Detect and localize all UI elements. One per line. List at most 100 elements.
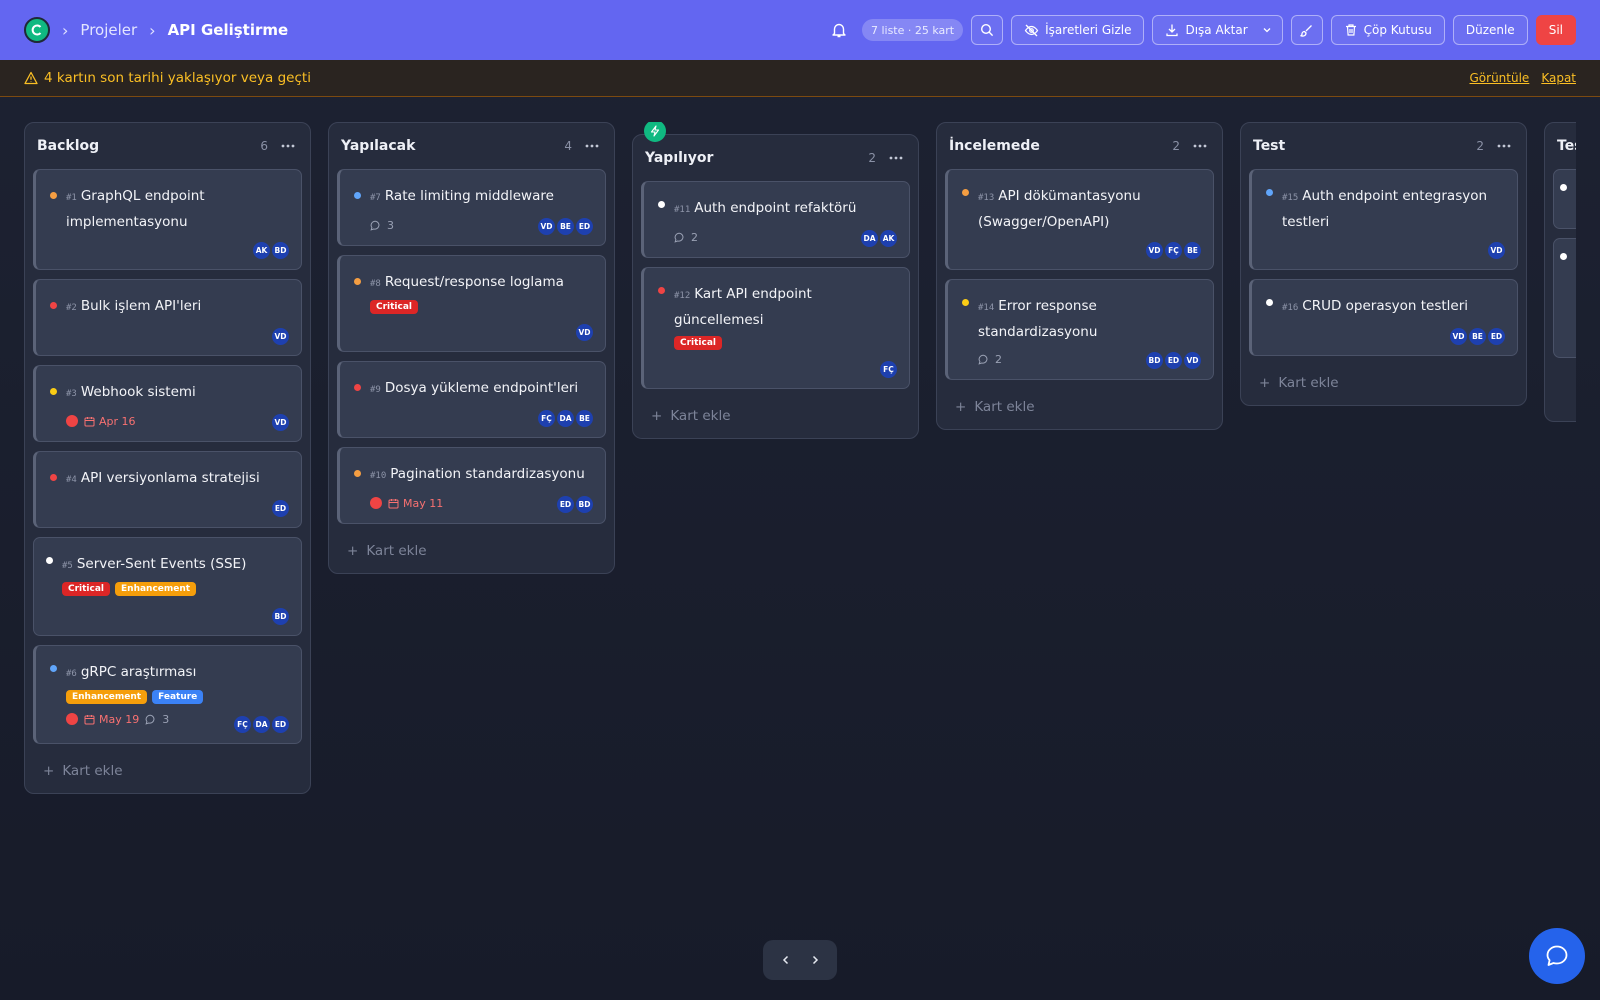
card[interactable]: #10 Pagination standardizasyonu May 11 ED… (337, 447, 606, 524)
add-card-button[interactable]: + Kart ekle (1249, 365, 1518, 395)
logo-icon (31, 24, 42, 36)
card[interactable]: #14 Error response standardizasyonu 2 BD E… (945, 279, 1214, 380)
plus-icon: + (651, 408, 663, 424)
priority-dot (1560, 253, 1567, 260)
more-horizontal-icon[interactable] (582, 136, 602, 156)
kanban-board: Backlog 6 #1 GraphQL endpoint implementas… (24, 122, 1576, 842)
download-icon (1166, 24, 1179, 37)
board-pager (763, 940, 837, 980)
card-title-text: Request/response loglama (384, 274, 564, 290)
card-title-text: gRPC araştırması (80, 664, 197, 680)
column-in-progress: Yapılıyor 2 #11 Auth endpoint refaktörü 2… (632, 134, 919, 439)
edit-button[interactable]: Düzenle (1452, 15, 1528, 45)
notifications-button[interactable] (824, 15, 854, 45)
card-meta: Apr 16 (66, 412, 289, 430)
column-todo: Yapılacak 4 #7 Rate limiting middleware 3… (328, 122, 615, 574)
eye-off-icon (1024, 24, 1039, 36)
more-horizontal-icon[interactable] (886, 148, 906, 168)
card[interactable]: #9 Dosya yükleme endpoint'leri FÇ DA BE (337, 361, 606, 438)
assignees: FÇ (880, 361, 897, 378)
add-card-button[interactable]: + Kart ekle (641, 398, 910, 428)
column-count: 2 (868, 151, 876, 165)
more-horizontal-icon[interactable] (1190, 136, 1210, 156)
card[interactable]: #5 Server-Sent Events (SSE) Critical Enhan… (33, 537, 302, 636)
card[interactable] (1553, 238, 1576, 358)
avatar: ED (576, 218, 593, 235)
card[interactable]: #13 API dökümantasyonu (Swagger/OpenAPI) … (945, 169, 1214, 270)
hide-marks-button[interactable]: İşaretleri Gizle (1011, 15, 1145, 45)
card[interactable]: #15 Auth endpoint entegrasyon testleri VD (1249, 169, 1518, 270)
comment-icon (978, 354, 988, 365)
column-partial: Tes (1544, 122, 1576, 422)
card[interactable] (1553, 169, 1576, 229)
breadcrumb-projects[interactable]: Projeler (80, 21, 137, 39)
card-tags: Critical (674, 336, 897, 350)
card[interactable]: #11 Auth endpoint refaktörü 2 DA AK (641, 181, 910, 258)
avatar: BD (1146, 352, 1163, 369)
priority-dot (962, 299, 969, 306)
app-logo[interactable] (24, 17, 50, 43)
due-date-text: May 19 (99, 712, 140, 726)
more-horizontal-icon[interactable] (1494, 136, 1514, 156)
card[interactable]: #7 Rate limiting middleware 3 VD BE ED (337, 169, 606, 246)
brush-icon (1300, 24, 1313, 37)
avatar: BD (272, 242, 289, 259)
card-title-text: Bulk işlem API'leri (80, 298, 202, 314)
priority-dot (1266, 189, 1273, 196)
chevron-right-icon[interactable] (809, 954, 821, 966)
assignees: VD (272, 328, 289, 345)
priority-dot (50, 665, 57, 672)
assignees: VD FÇ BE (1146, 242, 1201, 259)
avatar: DA (253, 716, 270, 733)
add-card-button[interactable]: + Kart ekle (33, 753, 302, 783)
comment-icon (674, 232, 684, 243)
avatar: VD (1146, 242, 1163, 259)
card[interactable]: #8 Request/response loglama Critical VD (337, 255, 606, 352)
edit-label: Düzenle (1465, 23, 1515, 37)
chat-button[interactable] (1529, 928, 1585, 984)
priority-dot (658, 287, 665, 294)
add-card-label: Kart ekle (1278, 375, 1339, 391)
card-number: #16 (1282, 303, 1299, 313)
add-card-label: Kart ekle (974, 399, 1035, 415)
assignees: VD BE ED (538, 218, 593, 235)
assignees: DA AK (861, 230, 897, 247)
search-button[interactable] (971, 15, 1004, 45)
card[interactable]: #2 Bulk işlem API'leri VD (33, 279, 302, 356)
card[interactable]: #3 Webhook sistemi Apr 16 VD (33, 365, 302, 442)
tag-enhancement: Enhancement (115, 582, 197, 596)
warning-icon (24, 71, 38, 85)
add-card-label: Kart ekle (366, 543, 427, 559)
card[interactable]: #6 gRPC araştırması Enhancement Feature Ma… (33, 645, 302, 744)
column-count: 2 (1476, 139, 1484, 153)
avatar: DA (557, 410, 574, 427)
priority-dot (1560, 184, 1567, 191)
add-card-button[interactable]: + Kart ekle (337, 533, 606, 563)
card[interactable]: #12 Kart API endpoint güncellemesi Critic… (641, 267, 910, 389)
card[interactable]: #1 GraphQL endpoint implementasyonu AK BD (33, 169, 302, 270)
avatar: AK (253, 242, 270, 259)
column-title: Test (1253, 138, 1286, 154)
chevron-left-icon[interactable] (780, 954, 792, 966)
chevron-right-icon: › (149, 20, 156, 40)
comment-count: 2 (691, 230, 698, 244)
delete-button[interactable]: Sil (1535, 15, 1576, 45)
assignees: ED BD (557, 496, 593, 513)
card-number: #10 (370, 471, 387, 481)
more-horizontal-icon[interactable] (278, 136, 298, 156)
card[interactable]: #16 CRUD operasyon testleri VD BE ED (1249, 279, 1518, 356)
comment-icon (145, 714, 155, 725)
avatar: ED (1165, 352, 1182, 369)
trash-button[interactable]: Çöp Kutusu (1330, 15, 1445, 45)
alert-view-link[interactable]: Görüntüle (1470, 71, 1530, 85)
avatar: FÇ (234, 716, 251, 733)
avatar: VD (272, 414, 289, 431)
card-title: #4 API versiyonlama stratejisi (50, 466, 289, 492)
export-button[interactable]: Dışa Aktar (1152, 15, 1283, 45)
card[interactable]: #4 API versiyonlama stratejisi ED (33, 451, 302, 528)
card-number: #7 (370, 193, 381, 203)
customize-button[interactable] (1290, 15, 1323, 45)
alert-close-link[interactable]: Kapat (1541, 71, 1576, 85)
assignees: BD ED VD (1146, 352, 1201, 369)
add-card-button[interactable]: + Kart ekle (945, 389, 1214, 419)
